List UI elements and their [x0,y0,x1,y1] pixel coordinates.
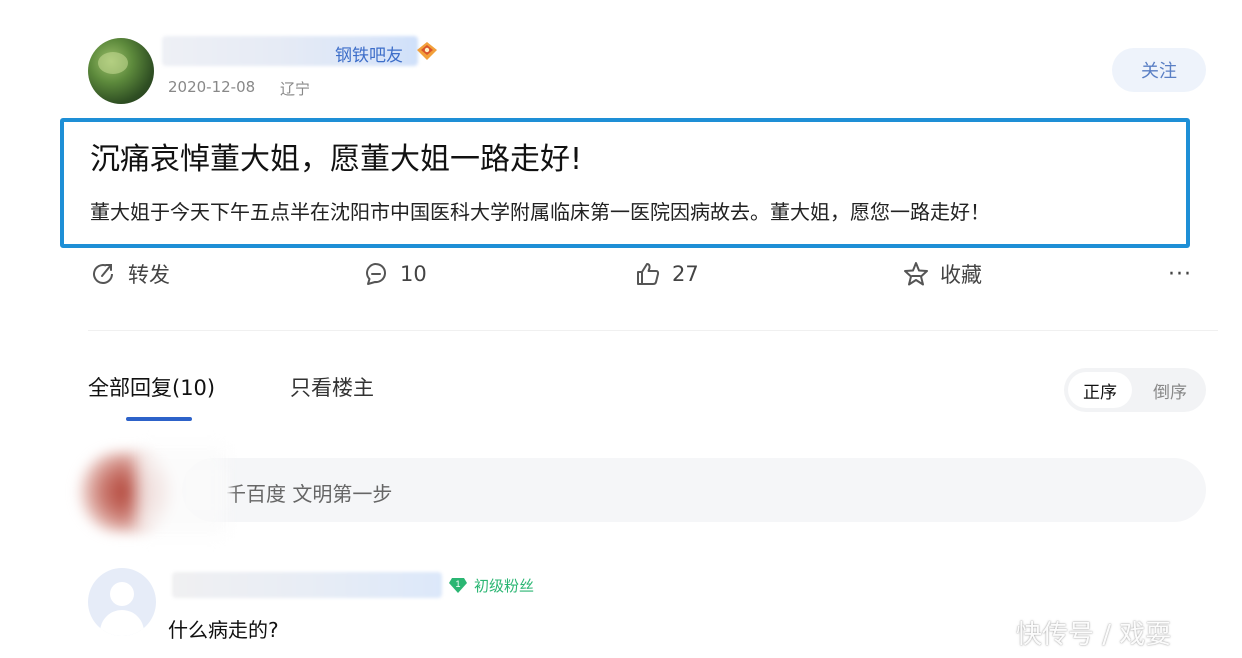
post-title: 沉痛哀悼董大姐，愿董大姐一路走好! [90,142,583,177]
post-location: 辽宁 [280,80,311,98]
current-user-avatar[interactable] [76,448,226,534]
comment-count: 10 [400,262,427,286]
watermark: 快传号 / 戏耍 [1016,620,1172,650]
more-options-icon[interactable]: ··· [1168,262,1192,287]
post-date: 2020-12-08 [168,78,256,96]
svg-text:1: 1 [455,579,460,589]
default-avatar-body [100,610,144,636]
favorite-button[interactable]: 收藏 [902,254,982,294]
thumbs-up-icon [637,263,660,285]
sort-ascending-button[interactable]: 正序 [1068,372,1132,408]
default-avatar-head [110,582,134,606]
fan-level-badge: 1 初级粉丝 [448,572,534,598]
share-label: 转发 [128,263,170,287]
share-button[interactable]: 转发 [90,254,170,294]
post-action-bar: 转发 10 27 收藏 ··· [88,254,1208,294]
comment-button[interactable]: 10 [362,254,427,294]
share-icon [93,264,113,284]
commenter-avatar[interactable] [88,568,156,636]
author-avatar[interactable] [88,38,154,104]
post-header: 钢铁吧友 2020-12-08 辽宁 [88,34,1218,106]
favorite-label: 收藏 [940,263,982,287]
comment-text: 什么病走的? [168,618,279,642]
tab-owner-only[interactable]: 只看楼主 [290,372,374,402]
follow-button[interactable]: 关注 [1112,48,1206,92]
star-icon [904,262,928,286]
avatar-blur-overlay [136,448,226,534]
section-divider [88,330,1218,331]
sort-descending-button[interactable]: 倒序 [1138,372,1202,408]
commenter-name-redacted[interactable] [172,572,442,598]
post-body: 董大姐于今天下午五点半在沈阳市中国医科大学附属临床第一医院因病故去。董大姐，愿您… [90,200,990,224]
gem-icon: 1 [449,578,467,593]
active-tab-indicator [126,417,192,421]
fan-badge-label: 初级粉丝 [474,576,535,595]
post-content-highlight: 沉痛哀悼董大姐，愿董大姐一路走好! 董大姐于今天下午五点半在沈阳市中国医科大学附… [60,118,1190,248]
author-name[interactable]: 钢铁吧友 [335,41,403,66]
reply-input[interactable]: 千百度 文明第一步 [182,458,1206,522]
level-badge-icon [417,42,437,60]
tab-all-replies[interactable]: 全部回复(10) [88,372,215,402]
like-button[interactable]: 27 [634,254,699,294]
reply-placeholder: 千百度 文明第一步 [226,482,393,506]
sort-toggle: 正序 倒序 [1064,368,1206,412]
comment-icon [366,263,386,285]
like-count: 27 [672,262,699,286]
